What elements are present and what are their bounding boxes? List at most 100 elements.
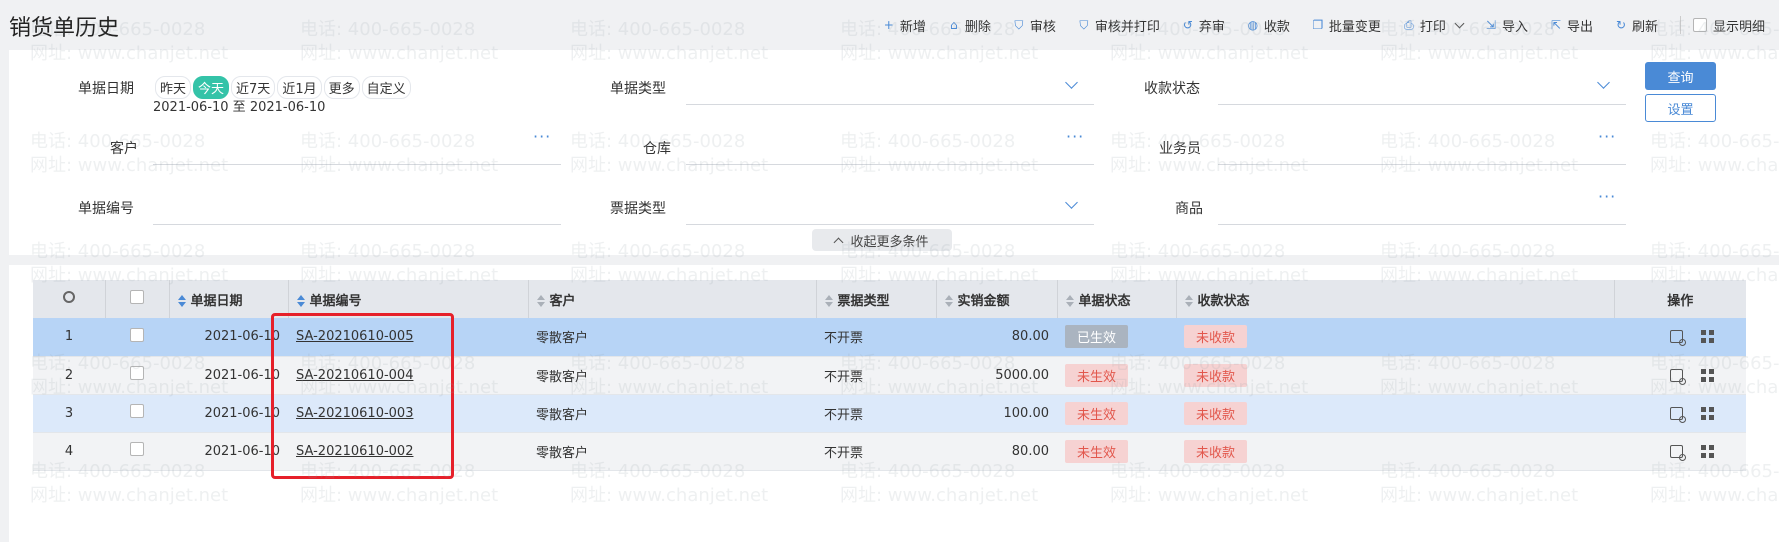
receive-payment-button[interactable]: ◍ 收款	[1247, 16, 1290, 35]
more-dots-icon[interactable]: ···	[1066, 129, 1084, 145]
payment-status-select[interactable]	[1218, 104, 1626, 105]
query-button[interactable]: 查询	[1645, 62, 1716, 90]
bill-type-select[interactable]	[686, 104, 1094, 105]
row-index: 1	[33, 318, 105, 357]
unaudit-button-label: 弃审	[1198, 19, 1225, 35]
row-ops	[1614, 356, 1746, 395]
audit-print-button-label: 审核并打印	[1094, 19, 1160, 35]
warehouse-input[interactable]	[686, 164, 1094, 165]
header-customer[interactable]: 客户	[528, 280, 817, 318]
chevron-down-icon[interactable]	[1065, 196, 1078, 209]
gear-icon[interactable]	[62, 291, 75, 303]
audit-button[interactable]: ⛉ 审核	[1013, 16, 1056, 35]
toolbar-divider	[1679, 16, 1681, 34]
row-amount: 5000.00	[936, 356, 1057, 395]
collapse-filters-label: 收起更多条件	[850, 234, 929, 250]
payment-status-badge: 未收款	[1184, 439, 1248, 463]
more-actions-icon[interactable]	[1701, 406, 1714, 420]
row-invoice-type: 不开票	[816, 432, 936, 471]
header-bill-status[interactable]: 单据状态	[1057, 280, 1177, 318]
batch-change-button[interactable]: ❐ 批量变更	[1312, 16, 1381, 35]
add-button[interactable]: + 新增	[883, 16, 926, 35]
copy-icon: ❐	[1312, 18, 1324, 32]
show-detail-toggle[interactable]: 显示明细	[1692, 16, 1765, 35]
print-button[interactable]: ⎙ 打印	[1403, 16, 1465, 35]
bill-type-label: 单据类型	[610, 81, 666, 97]
date-option-custom[interactable]: 自定义	[361, 76, 411, 99]
row-ops	[1614, 432, 1746, 471]
more-actions-icon[interactable]	[1701, 330, 1714, 344]
product-input[interactable]	[1218, 224, 1626, 225]
row-invoice-type: 不开票	[816, 394, 936, 433]
sort-icon[interactable]	[296, 295, 305, 307]
collapse-filters-button[interactable]: 收起更多条件	[812, 229, 952, 251]
bill-no-input[interactable]	[153, 224, 561, 225]
sort-icon[interactable]	[824, 295, 833, 307]
row-checkbox[interactable]	[130, 327, 144, 342]
highlight-box	[271, 313, 454, 479]
view-detail-icon[interactable]	[1670, 406, 1686, 423]
row-bill-status-cell: 未生效	[1057, 356, 1176, 395]
chevron-down-icon[interactable]	[1597, 76, 1610, 89]
sort-icon[interactable]	[536, 295, 545, 307]
row-select	[105, 432, 169, 471]
column-settings[interactable]	[33, 280, 106, 318]
sort-icon[interactable]	[177, 295, 186, 307]
row-checkbox[interactable]	[130, 404, 144, 418]
add-button-label: 新增	[899, 19, 926, 35]
delete-button-label: 删除	[964, 19, 991, 35]
trash-icon: ⌂	[950, 18, 958, 32]
sort-icon[interactable]	[1184, 295, 1193, 307]
row-checkbox[interactable]	[130, 366, 144, 380]
header-amount[interactable]: 实销金额	[936, 280, 1058, 318]
plus-icon: +	[883, 18, 894, 32]
bill-no-label: 单据编号	[78, 201, 134, 217]
show-detail-checkbox[interactable]	[1692, 18, 1707, 32]
customer-input[interactable]	[153, 164, 561, 165]
more-actions-icon[interactable]	[1701, 368, 1714, 382]
settings-button[interactable]: 设置	[1645, 94, 1716, 122]
delete-button[interactable]: ⌂ 删除	[948, 16, 991, 35]
header-payment-status[interactable]: 收款状态	[1176, 280, 1615, 318]
view-detail-icon[interactable]	[1670, 444, 1686, 461]
view-detail-icon[interactable]	[1670, 368, 1686, 385]
export-icon: ⇱	[1550, 18, 1561, 32]
chevron-down-icon[interactable]	[1065, 76, 1078, 89]
header-invoice-type[interactable]: 票据类型	[816, 280, 937, 318]
view-detail-icon[interactable]	[1670, 330, 1686, 347]
row-ops	[1614, 318, 1746, 357]
row-payment-status-cell: 未收款	[1176, 356, 1614, 395]
header-ops: 操作	[1614, 280, 1746, 318]
salesperson-input[interactable]	[1218, 164, 1626, 165]
invoice-type-label: 票据类型	[610, 201, 666, 217]
header-amount-label: 实销金额	[957, 293, 1010, 309]
more-dots-icon[interactable]: ···	[533, 129, 551, 145]
more-actions-icon[interactable]	[1701, 444, 1714, 458]
invoice-type-select[interactable]	[686, 224, 1094, 225]
more-dots-icon[interactable]: ···	[1598, 129, 1616, 145]
row-bill-status-cell: 未生效	[1057, 432, 1176, 471]
sort-icon[interactable]	[944, 295, 953, 307]
filter-panel: 单据日期 昨天 今天 近7天 近1月 更多 自定义 2021-06-10 至 2…	[9, 50, 1779, 255]
refresh-icon: ↻	[1615, 18, 1626, 32]
import-icon: ⇲	[1485, 18, 1496, 32]
date-range-value: 2021-06-10 至 2021-06-10	[153, 100, 326, 115]
row-invoice-type: 不开票	[816, 356, 936, 395]
audit-print-button[interactable]: ⛉ 审核并打印	[1078, 16, 1160, 35]
more-dots-icon[interactable]: ···	[1598, 189, 1616, 205]
row-checkbox[interactable]	[130, 442, 144, 456]
sort-icon[interactable]	[1065, 295, 1074, 307]
payment-status-badge: 未收款	[1184, 401, 1248, 425]
payment-status-label: 收款状态	[1144, 81, 1200, 97]
unaudit-button[interactable]: ↺ 弃审	[1182, 16, 1225, 35]
row-payment-status-cell: 未收款	[1176, 432, 1614, 471]
select-all-checkbox[interactable]	[130, 290, 144, 304]
export-button[interactable]: ⇱ 导出	[1550, 16, 1593, 35]
select-all-cell	[105, 280, 170, 318]
date-option-more[interactable]: 更多	[323, 76, 360, 99]
row-select	[105, 356, 169, 395]
batch-change-button-label: 批量变更	[1328, 19, 1381, 35]
import-button[interactable]: ⇲ 导入	[1485, 16, 1528, 35]
header-date[interactable]: 单据日期	[169, 280, 289, 318]
refresh-button[interactable]: ↻ 刷新	[1615, 16, 1658, 35]
